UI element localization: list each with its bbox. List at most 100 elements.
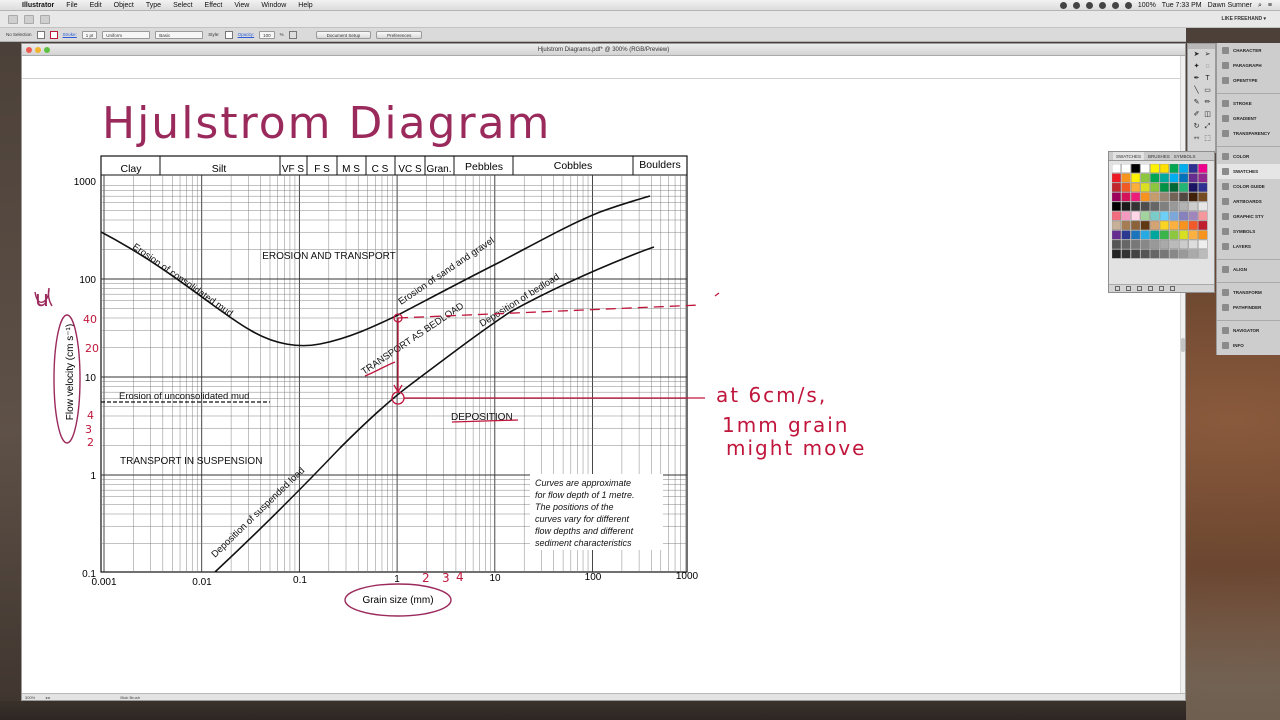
color-swatch[interactable] xyxy=(1198,239,1208,250)
eraser-tool-icon[interactable]: ◫ xyxy=(1203,110,1212,119)
selection-tool-icon[interactable]: ➤ xyxy=(1192,50,1201,59)
color-swatch[interactable] xyxy=(1159,182,1170,193)
swatch-options-icon[interactable] xyxy=(1137,286,1142,291)
search-icon[interactable]: ⌕ xyxy=(1258,0,1262,11)
color-swatch[interactable] xyxy=(1140,201,1150,212)
dock-color-guide[interactable]: COLOR GUIDE xyxy=(1217,179,1280,194)
color-swatch[interactable] xyxy=(1121,239,1131,250)
dock-opentype[interactable]: OPENTYPE xyxy=(1217,73,1280,88)
dock-graphic-styles[interactable]: GRAPHIC STY xyxy=(1217,209,1280,224)
lasso-tool-icon[interactable]: ◌ xyxy=(1203,62,1212,71)
color-swatch[interactable] xyxy=(1121,230,1131,240)
color-swatch[interactable] xyxy=(1159,164,1170,174)
color-swatch[interactable] xyxy=(1169,164,1179,174)
color-swatch[interactable] xyxy=(1131,220,1141,231)
color-swatch[interactable] xyxy=(1131,164,1141,174)
color-swatch[interactable] xyxy=(1188,239,1198,250)
color-swatch[interactable] xyxy=(1121,182,1131,193)
color-swatch[interactable] xyxy=(1150,192,1160,202)
color-swatch[interactable] xyxy=(1131,192,1141,202)
color-swatch[interactable] xyxy=(1121,201,1131,212)
color-swatch[interactable] xyxy=(1112,182,1122,193)
color-swatch[interactable] xyxy=(1178,192,1189,202)
new-color-group-icon[interactable] xyxy=(1148,286,1153,291)
color-swatch[interactable] xyxy=(1169,230,1179,240)
color-swatch[interactable] xyxy=(1140,249,1150,259)
color-swatch[interactable] xyxy=(1169,182,1179,193)
color-swatch[interactable] xyxy=(1140,239,1150,250)
show-swatch-kinds-icon[interactable] xyxy=(1126,286,1131,291)
color-swatch[interactable] xyxy=(1188,211,1198,221)
color-swatch[interactable] xyxy=(1112,239,1122,250)
paintbrush-tool-icon[interactable]: ✎ xyxy=(1192,98,1201,107)
width-tool-icon[interactable]: ⇿ xyxy=(1192,134,1201,143)
color-swatch[interactable] xyxy=(1112,201,1122,212)
menu-list-icon[interactable]: ≡ xyxy=(1268,0,1272,11)
pen-tool-icon[interactable]: ✒ xyxy=(1192,74,1201,83)
workspace-switcher[interactable]: LIKE FREEHAND ▾ xyxy=(1222,16,1266,22)
dock-paragraph[interactable]: PARAGRAPH xyxy=(1217,58,1280,73)
color-swatch[interactable] xyxy=(1169,220,1179,231)
color-swatch[interactable] xyxy=(1198,164,1208,174)
color-swatch[interactable] xyxy=(1169,201,1179,212)
dock-symbols[interactable]: SYMBOLS xyxy=(1217,224,1280,239)
color-swatch[interactable] xyxy=(1112,211,1122,221)
swatch-libraries-icon[interactable] xyxy=(1115,286,1120,291)
color-swatch[interactable] xyxy=(1150,173,1160,183)
color-swatch[interactable] xyxy=(1150,211,1160,221)
color-swatch[interactable] xyxy=(1178,230,1189,240)
rectangle-tool-icon[interactable]: ▭ xyxy=(1203,86,1212,95)
color-swatch[interactable] xyxy=(1112,220,1122,231)
color-swatch[interactable] xyxy=(1140,173,1150,183)
dock-transparency[interactable]: TRANSPARENCY xyxy=(1217,126,1280,141)
color-swatch[interactable] xyxy=(1159,211,1170,221)
type-tool-icon[interactable]: T xyxy=(1203,74,1212,83)
color-swatch[interactable] xyxy=(1159,239,1170,250)
color-swatch[interactable] xyxy=(1121,192,1131,202)
color-swatch[interactable] xyxy=(1188,192,1198,202)
color-swatch[interactable] xyxy=(1169,173,1179,183)
tab-symbols[interactable]: SYMBOLS xyxy=(1174,152,1196,160)
tools-panel-header[interactable] xyxy=(1188,44,1215,49)
color-swatch[interactable] xyxy=(1198,230,1208,240)
color-swatch[interactable] xyxy=(1112,249,1122,259)
color-swatch[interactable] xyxy=(1178,239,1189,250)
dock-artboards[interactable]: ARTBOARDS xyxy=(1217,194,1280,209)
color-swatch[interactable] xyxy=(1178,182,1189,193)
color-swatch[interactable] xyxy=(1198,211,1208,221)
new-swatch-icon[interactable] xyxy=(1159,286,1164,291)
dock-navigator[interactable]: NAVIGATOR xyxy=(1217,323,1280,338)
color-swatch[interactable] xyxy=(1169,211,1179,221)
color-swatch[interactable] xyxy=(1131,201,1141,212)
color-swatch[interactable] xyxy=(1140,220,1150,231)
color-swatch[interactable] xyxy=(1140,230,1150,240)
color-swatch[interactable] xyxy=(1188,173,1198,183)
color-swatch[interactable] xyxy=(1140,164,1150,174)
color-swatch[interactable] xyxy=(1150,239,1160,250)
pencil-tool-icon[interactable]: ✏ xyxy=(1203,98,1212,107)
color-swatch[interactable] xyxy=(1131,211,1141,221)
color-swatch[interactable] xyxy=(1112,230,1122,240)
free-transform-tool-icon[interactable]: ⬚ xyxy=(1203,134,1212,143)
color-swatch[interactable] xyxy=(1121,249,1131,259)
color-swatch[interactable] xyxy=(1131,249,1141,259)
color-swatch[interactable] xyxy=(1150,201,1160,212)
user-name[interactable]: Dawn Sumner xyxy=(1208,0,1252,11)
color-swatch[interactable] xyxy=(1178,164,1189,174)
color-swatch[interactable] xyxy=(1159,230,1170,240)
color-swatch[interactable] xyxy=(1198,249,1208,259)
dock-pathfinder[interactable]: PATHFINDER xyxy=(1217,300,1280,315)
color-swatch[interactable] xyxy=(1131,239,1141,250)
color-swatch[interactable] xyxy=(1140,182,1150,193)
color-swatch[interactable] xyxy=(1198,192,1208,202)
delete-swatch-icon[interactable] xyxy=(1170,286,1175,291)
color-swatch[interactable] xyxy=(1112,164,1122,174)
color-swatch[interactable] xyxy=(1121,220,1131,231)
color-swatch[interactable] xyxy=(1150,164,1160,174)
color-swatch[interactable] xyxy=(1121,173,1131,183)
color-swatch[interactable] xyxy=(1159,220,1170,231)
color-swatch[interactable] xyxy=(1178,211,1189,221)
color-swatch[interactable] xyxy=(1178,220,1189,231)
color-swatch[interactable] xyxy=(1150,220,1160,231)
color-swatch[interactable] xyxy=(1150,182,1160,193)
